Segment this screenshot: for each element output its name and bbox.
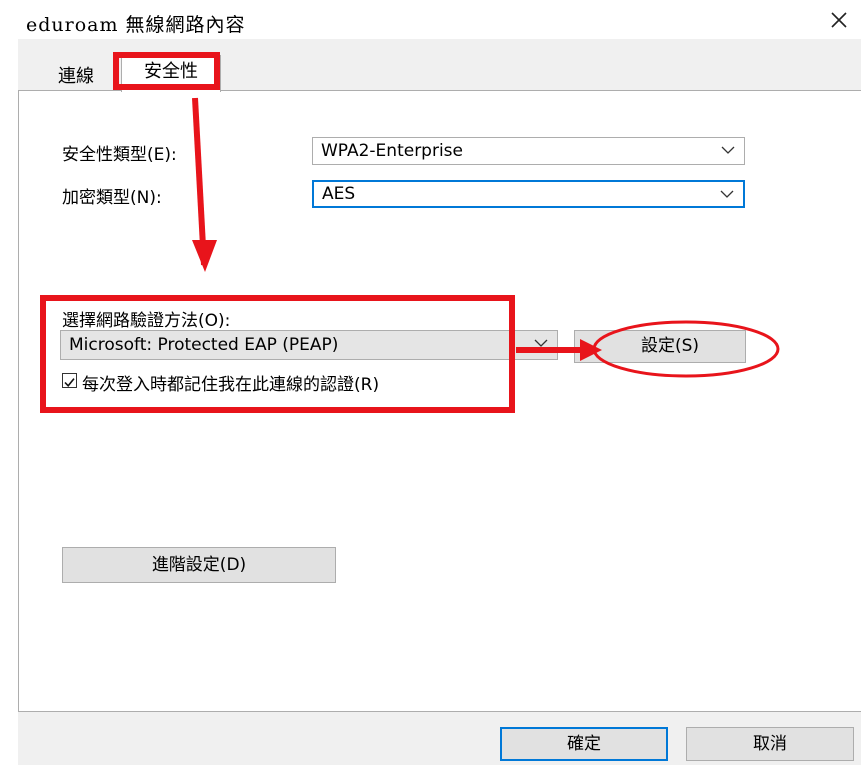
cancel-button[interactable]: 取消 (686, 727, 854, 761)
chevron-down-icon (534, 339, 548, 347)
remember-label: 每次登入時都記住我在此連線的認證(R) (82, 375, 380, 395)
auth-method-select[interactable]: Microsoft: Protected EAP (PEAP) (60, 330, 558, 360)
security-type-label: 安全性類型(E): (62, 145, 177, 165)
remember-checkbox[interactable] (62, 373, 77, 388)
window-title: eduroam 無線網路內容 (26, 14, 246, 36)
encryption-type-select[interactable]: AES (312, 180, 745, 208)
encryption-type-label: 加密類型(N): (62, 188, 162, 208)
close-icon[interactable] (825, 6, 853, 34)
security-type-value: WPA2-Enterprise (321, 141, 464, 161)
tab-security[interactable]: 安全性 (121, 55, 221, 92)
encryption-type-value: AES (322, 184, 356, 204)
security-type-select[interactable]: WPA2-Enterprise (312, 137, 745, 165)
auth-method-value: Microsoft: Protected EAP (PEAP) (69, 335, 339, 355)
auth-method-label: 選擇網路驗證方法(O): (62, 311, 231, 331)
chevron-down-icon (721, 146, 735, 154)
tab-connection[interactable]: 連線 (30, 62, 122, 92)
settings-button[interactable]: 設定(S) (574, 330, 746, 363)
advanced-settings-button[interactable]: 進階設定(D) (62, 547, 336, 583)
chevron-down-icon (720, 190, 734, 198)
checkmark-icon (64, 378, 75, 388)
ok-button[interactable]: 確定 (500, 727, 668, 761)
